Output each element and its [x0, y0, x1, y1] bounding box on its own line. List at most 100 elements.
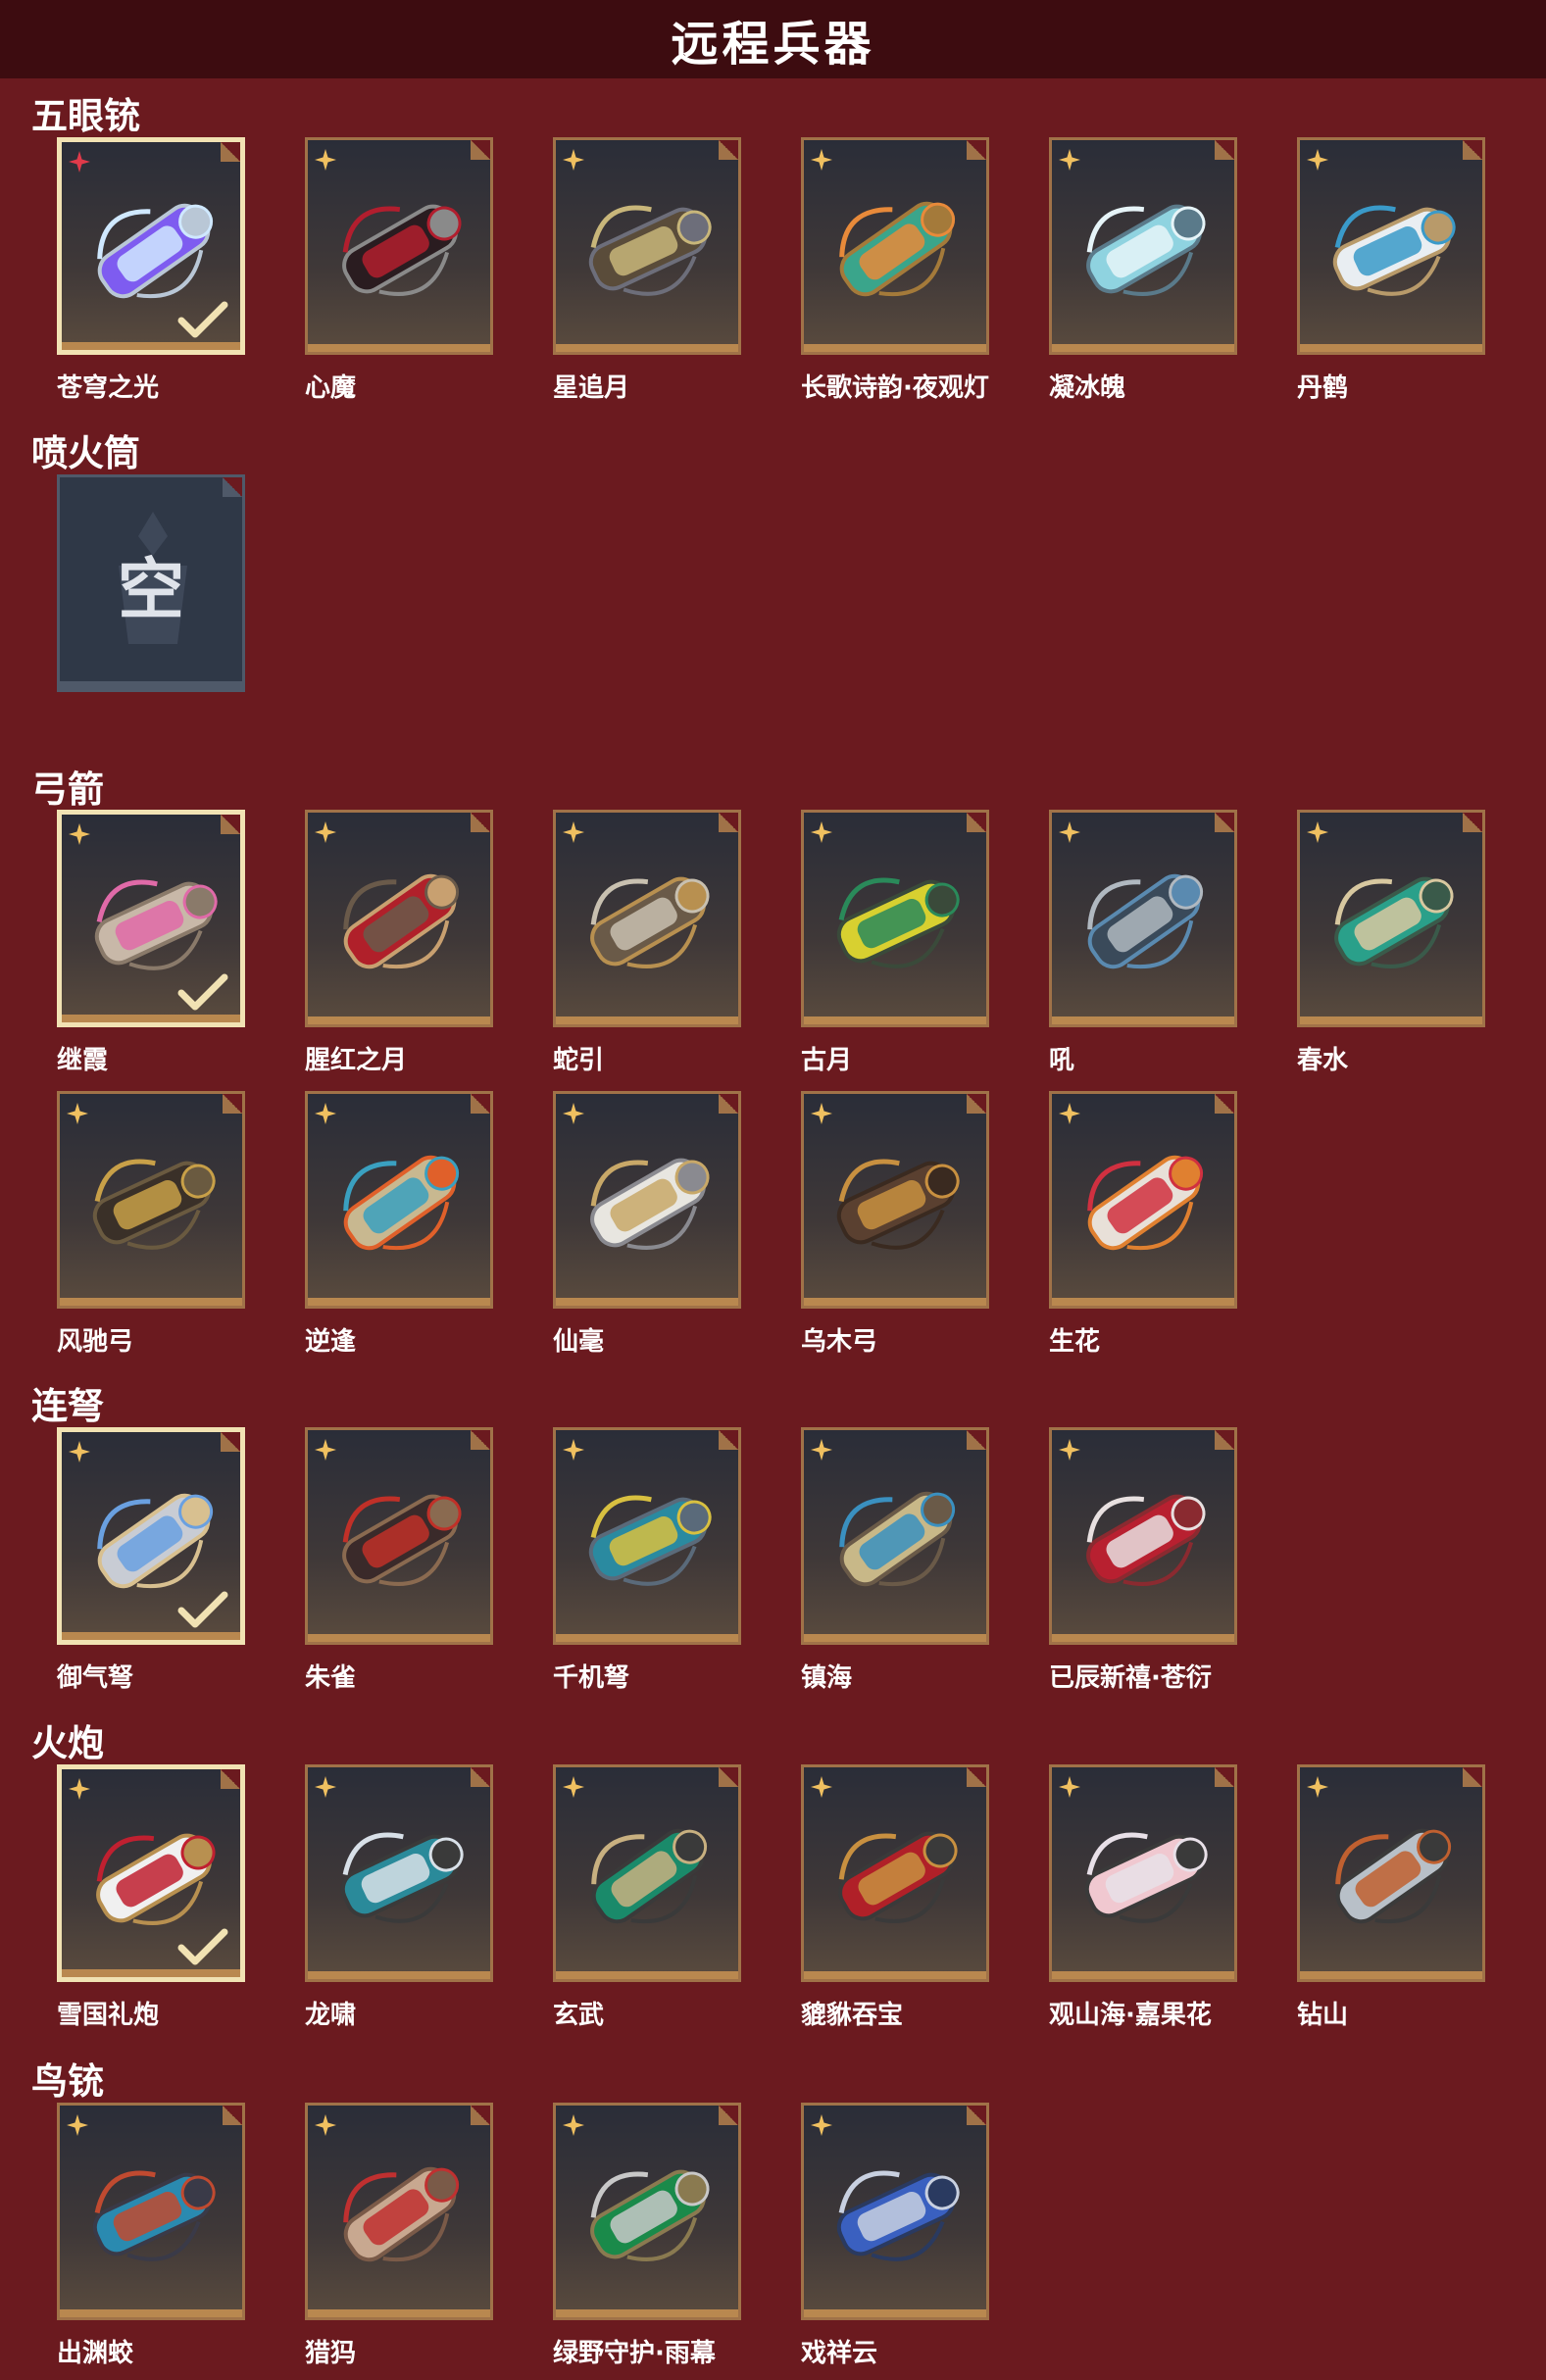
weapon-name: 生花 [1049, 1327, 1101, 1357]
weapon-tile[interactable] [801, 1764, 989, 1982]
weapon-art [1332, 205, 1456, 296]
weapon-tile[interactable] [57, 1091, 245, 1309]
weapon-art [588, 205, 712, 296]
weapon-tile[interactable] [553, 810, 741, 1027]
weapon-tile[interactable] [1049, 810, 1237, 1027]
weapon-art [1084, 1832, 1208, 1923]
tile-base-strip [804, 1298, 986, 1306]
tile-base-strip [60, 1298, 242, 1306]
corner-fold [221, 142, 240, 162]
weapon-tile[interactable] [57, 1427, 245, 1645]
corner-fold [223, 2106, 242, 2125]
gold-star-icon [1307, 149, 1328, 171]
tile-base-strip [1300, 1971, 1482, 1979]
gold-star-icon [811, 2114, 832, 2136]
gold-star-icon [69, 1441, 90, 1463]
weapon-name: 猎犸 [305, 2339, 357, 2368]
weapon-tile[interactable] [57, 137, 245, 355]
weapon-tile[interactable] [801, 810, 989, 1027]
weapon-tile[interactable] [1297, 810, 1485, 1027]
weapon-name: 星追月 [553, 373, 630, 403]
section-title: 弓箭 [31, 769, 104, 811]
weapon-tile[interactable] [553, 1091, 741, 1309]
weapon-art [591, 1828, 708, 1924]
weapon-tile[interactable] [305, 1427, 493, 1645]
weapon-tile[interactable] [305, 137, 493, 355]
weapon-tile[interactable] [305, 810, 493, 1027]
section-title: 五眼铳 [31, 95, 140, 137]
weapon-tile[interactable] [553, 1427, 741, 1645]
tile-base-strip [556, 344, 738, 352]
empty-slot[interactable]: 空 [57, 474, 245, 692]
corner-fold [719, 1767, 738, 1787]
weapon-name: 千机弩 [553, 1663, 630, 1693]
gold-star-icon [1307, 1776, 1328, 1798]
corner-fold [471, 813, 490, 832]
weapon-name: 观山海·嘉果花 [1049, 2001, 1212, 2030]
weapon-tile[interactable] [305, 1091, 493, 1309]
gold-star-icon [1307, 821, 1328, 843]
gold-star-icon [563, 2114, 584, 2136]
weapon-art [588, 1495, 712, 1586]
weapon-tile[interactable] [57, 810, 245, 1027]
weapon-name: 吼 [1049, 1046, 1075, 1075]
weapon-art [839, 201, 956, 297]
weapon-tile[interactable] [57, 1764, 245, 1982]
weapon-name: 御气弩 [57, 1663, 134, 1693]
weapon-art [342, 204, 462, 296]
weapon-tile[interactable] [57, 2103, 245, 2320]
weapon-tile[interactable] [1297, 137, 1485, 355]
tile-base-strip [308, 344, 490, 352]
corner-fold [471, 1767, 490, 1787]
tile-base-strip [556, 1016, 738, 1024]
gold-star-icon [1059, 1776, 1080, 1798]
header-bar: 远程兵器 [0, 0, 1546, 78]
tile-base-strip [804, 1634, 986, 1642]
weapon-name: 绿野守护·雨幕 [553, 2339, 716, 2368]
weapon-tile[interactable] [1049, 1427, 1237, 1645]
weapon-tile[interactable] [553, 2103, 741, 2320]
tile-base-strip [1300, 1016, 1482, 1024]
gold-star-icon [811, 1439, 832, 1461]
corner-fold [1215, 813, 1234, 832]
weapon-tile[interactable] [801, 1427, 989, 1645]
weapon-tile[interactable] [1049, 1091, 1237, 1309]
tile-base-strip [556, 1971, 738, 1979]
weapon-tile[interactable] [553, 137, 741, 355]
weapon-art [836, 877, 960, 968]
weapon-name: 仙毫 [553, 1327, 605, 1357]
tile-base-strip [804, 344, 986, 352]
weapon-tile[interactable] [801, 137, 989, 355]
weapon-tile[interactable] [305, 1764, 493, 1982]
tile-base-strip [556, 1298, 738, 1306]
weapon-tile[interactable] [801, 2103, 989, 2320]
weapon-tile[interactable] [553, 1764, 741, 1982]
weapon-tile[interactable] [305, 2103, 493, 2320]
corner-fold [719, 2106, 738, 2125]
weapon-name: 苍穹之光 [57, 373, 160, 403]
checkmark-icon [177, 301, 228, 338]
weapon-art [340, 1832, 464, 1923]
weapon-tile[interactable] [801, 1091, 989, 1309]
gold-star-icon [1059, 821, 1080, 843]
corner-fold [223, 1094, 242, 1114]
tile-base-strip [804, 1016, 986, 1024]
corner-fold [967, 1430, 986, 1450]
corner-fold [471, 1430, 490, 1450]
weapon-art [1087, 873, 1204, 969]
corner-fold [967, 1767, 986, 1787]
gold-star-icon [67, 2114, 88, 2136]
weapon-tile[interactable] [1297, 1764, 1485, 1982]
weapon-name: 逆逢 [305, 1327, 357, 1357]
corner-fold [471, 140, 490, 160]
gold-star-icon [69, 1778, 90, 1800]
tile-base-strip [556, 2309, 738, 2317]
checkmark-icon [177, 1591, 228, 1628]
corner-fold [471, 1094, 490, 1114]
weapon-tile[interactable] [1049, 1764, 1237, 1982]
checkmark-icon [177, 1928, 228, 1965]
gold-star-icon [315, 1439, 336, 1461]
gold-star-icon [811, 149, 832, 171]
weapon-tile[interactable] [1049, 137, 1237, 355]
tile-base-strip [308, 1634, 490, 1642]
